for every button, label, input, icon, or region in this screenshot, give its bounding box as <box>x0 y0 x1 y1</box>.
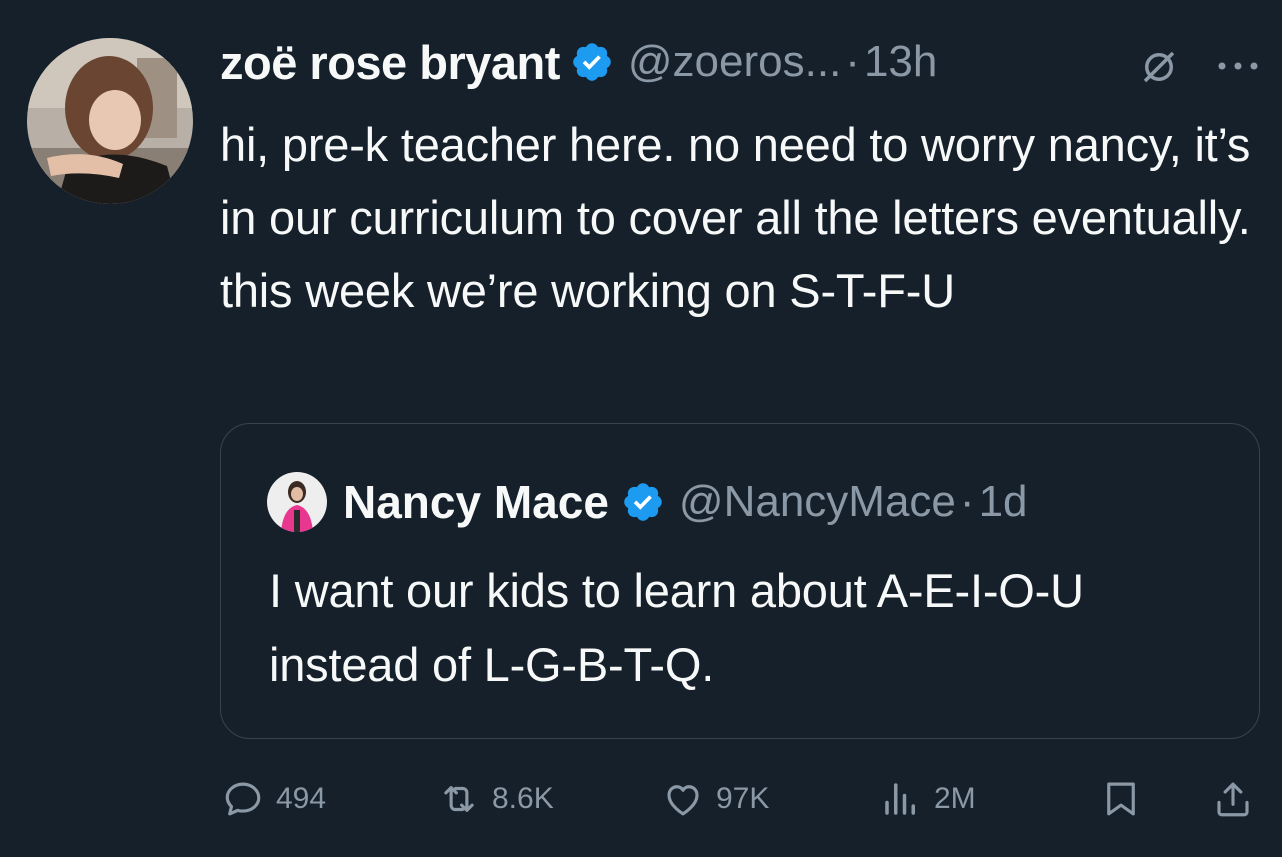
author-avatar[interactable] <box>27 38 193 204</box>
author-handle[interactable]: @zoeros... <box>628 37 841 87</box>
retweet-icon <box>444 786 474 812</box>
views-button[interactable]: 2M <box>880 774 976 824</box>
retweet-button[interactable]: 8.6K <box>438 774 554 824</box>
reply-button[interactable]: 494 <box>222 774 326 824</box>
quoted-tweet-header: Nancy Mace @NancyMace · 1d <box>343 472 1028 532</box>
bookmark-button[interactable] <box>1100 774 1142 824</box>
quoted-tweet-card[interactable]: Nancy Mace @NancyMace · 1d I want our ki… <box>220 423 1260 739</box>
quoted-author-handle[interactable]: @NancyMace <box>679 477 956 527</box>
tweet-text: hi, pre-k teacher here. no need to worry… <box>220 118 1264 317</box>
quoted-author-avatar <box>267 472 327 532</box>
retweet-count: 8.6K <box>492 782 554 815</box>
views-icon <box>885 783 915 815</box>
author-name[interactable]: zoë rose bryant <box>220 35 560 90</box>
quoted-tweet-text: I want our kids to learn about A-E-I-O-U… <box>269 564 1084 691</box>
bookmark-icon <box>1107 782 1135 816</box>
like-count: 97K <box>716 782 770 815</box>
share-icon <box>1217 782 1249 817</box>
tweet-header: zoë rose bryant @zoeros... · 13h <box>220 30 937 94</box>
reply-count: 494 <box>276 782 327 815</box>
quoted-tweet-timestamp[interactable]: 1d <box>979 477 1028 527</box>
view-count: 2M <box>934 782 976 815</box>
like-button[interactable]: 97K <box>662 774 769 824</box>
separator-dot: · <box>845 37 860 86</box>
separator-dot: · <box>959 477 975 526</box>
quoted-author-name[interactable]: Nancy Mace <box>343 475 609 529</box>
share-button[interactable] <box>1212 774 1254 824</box>
grok-icon[interactable] <box>1138 46 1180 88</box>
reply-icon <box>225 782 261 816</box>
like-icon <box>667 785 699 816</box>
more-icon[interactable] <box>1216 56 1260 76</box>
verified-badge-icon <box>624 483 662 521</box>
tweet-timestamp[interactable]: 13h <box>864 37 937 87</box>
verified-badge-icon <box>573 43 611 81</box>
